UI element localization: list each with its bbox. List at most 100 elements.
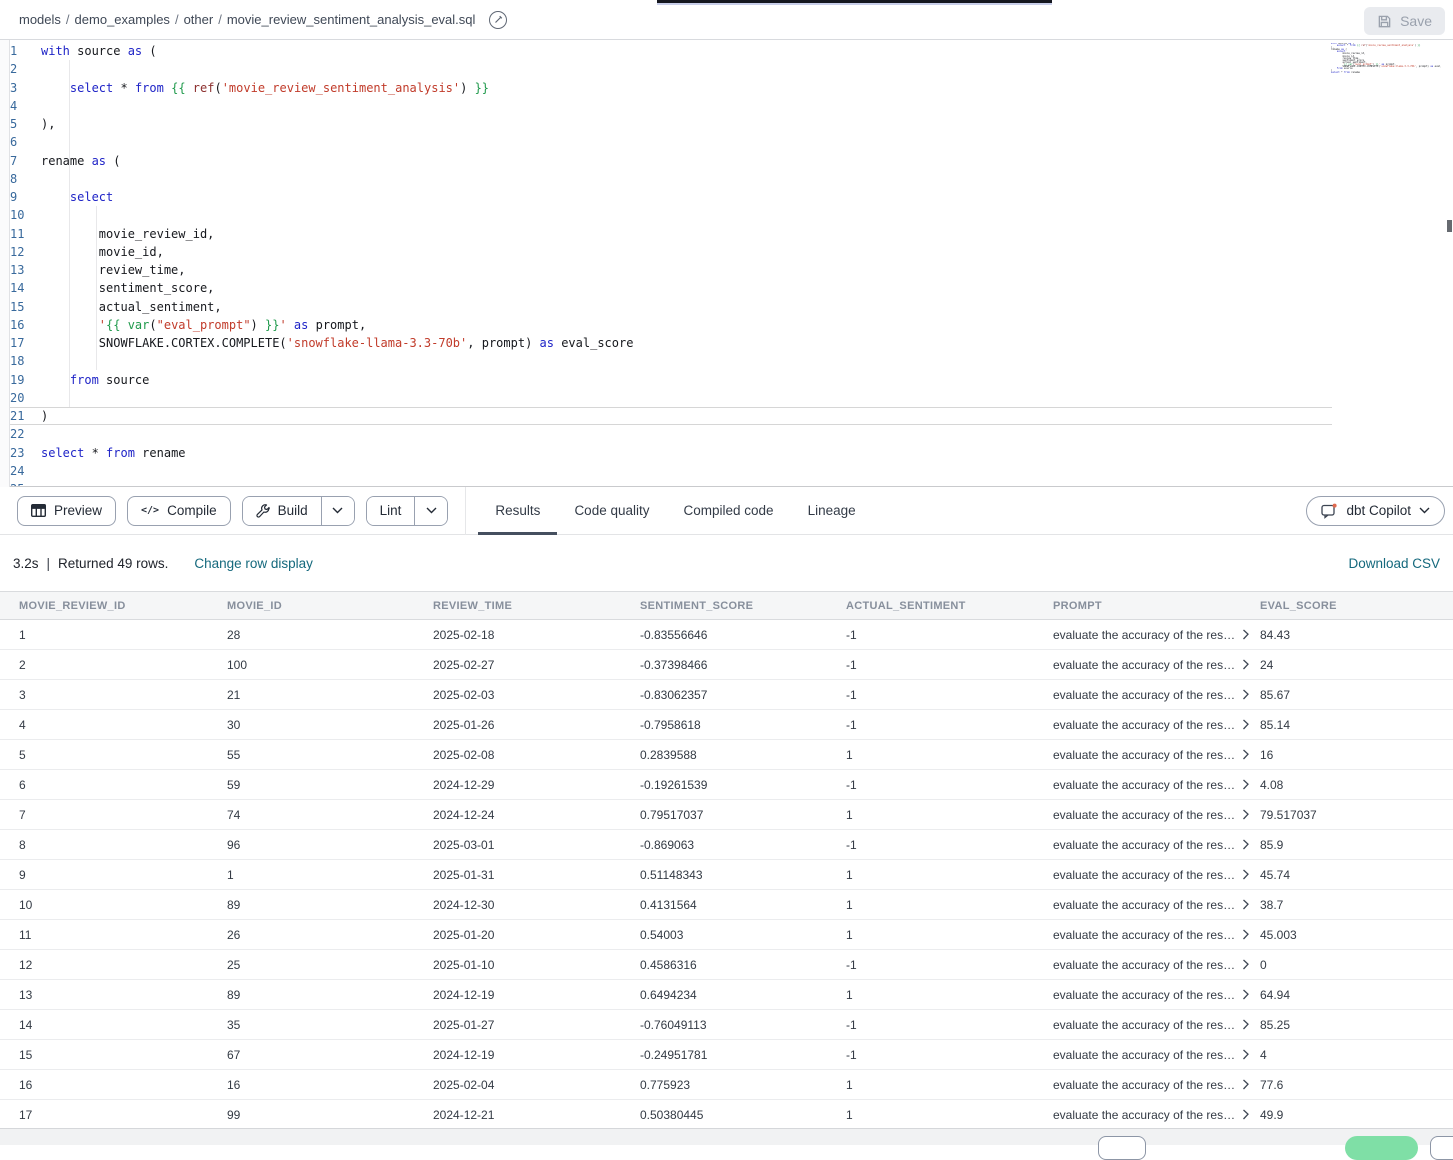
prompt-text: evaluate the accuracy of the res…	[1053, 688, 1235, 702]
code-line[interactable]: 22	[10, 425, 1453, 443]
save-button[interactable]: Save	[1364, 7, 1445, 35]
code-line[interactable]: 13 review_time,	[10, 261, 1453, 279]
code-text: movie_id,	[41, 243, 164, 261]
editor-scrollbar-thumb[interactable]	[1447, 220, 1452, 232]
code-line[interactable]: 23select * from rename	[10, 444, 1453, 462]
code-line[interactable]: 16 '{{ var("eval_prompt") }}' as prompt,	[10, 316, 1453, 334]
table-cell-eval-score: 85.14	[1260, 718, 1453, 732]
expand-chevron-icon[interactable]	[1242, 959, 1250, 970]
prompt-cell[interactable]: evaluate the accuracy of the res…	[1053, 928, 1260, 942]
download-csv-link[interactable]: Download CSV	[1348, 556, 1440, 571]
file-status-icon[interactable]	[489, 11, 507, 29]
expand-chevron-icon[interactable]	[1242, 749, 1250, 760]
breadcrumb-part[interactable]: demo_examples	[75, 12, 170, 27]
code-line[interactable]: 4	[10, 97, 1453, 115]
top-bar: models / demo_examples / other / movie_r…	[0, 0, 1453, 40]
code-editor[interactable]: 1with source as (23 select * from {{ ref…	[0, 40, 1453, 487]
prompt-cell[interactable]: evaluate the accuracy of the res…	[1053, 1018, 1260, 1032]
table-cell: 2024-12-24	[433, 808, 640, 822]
code-line[interactable]: 7rename as (	[10, 152, 1453, 170]
build-button[interactable]: Build	[243, 497, 321, 525]
table-row: 15672024-12-19-0.24951781-1evaluate the …	[0, 1040, 1453, 1070]
code-line[interactable]: 20	[10, 389, 1453, 407]
expand-chevron-icon[interactable]	[1242, 1019, 1250, 1030]
code-line[interactable]: 8	[10, 170, 1453, 188]
code-line[interactable]: 1with source as (	[10, 42, 1453, 60]
prompt-cell[interactable]: evaluate the accuracy of the res…	[1053, 658, 1260, 672]
breadcrumb-part[interactable]: other	[184, 12, 214, 27]
breadcrumb-part[interactable]: models	[19, 12, 61, 27]
bottom-green-partial-button[interactable]	[1345, 1136, 1418, 1160]
code-line[interactable]: 15 actual_sentiment,	[10, 298, 1453, 316]
prompt-cell[interactable]: evaluate the accuracy of the res…	[1053, 778, 1260, 792]
code-line[interactable]: 9 select	[10, 188, 1453, 206]
prompt-cell[interactable]: evaluate the accuracy of the res…	[1053, 718, 1260, 732]
expand-chevron-icon[interactable]	[1242, 629, 1250, 640]
copilot-icon	[1321, 503, 1338, 519]
preview-button[interactable]: Preview	[17, 496, 116, 526]
prompt-cell[interactable]: evaluate the accuracy of the res…	[1053, 688, 1260, 702]
compile-button[interactable]: </> Compile	[127, 496, 231, 526]
tab-lineage[interactable]: Lineage	[791, 487, 873, 535]
dbt-copilot-button[interactable]: dbt Copilot	[1306, 496, 1445, 526]
prompt-cell[interactable]: evaluate the accuracy of the res…	[1053, 808, 1260, 822]
table-cell-eval-score: 79.517037	[1260, 808, 1453, 822]
prompt-cell[interactable]: evaluate the accuracy of the res…	[1053, 628, 1260, 642]
bottom-partial-button[interactable]	[1430, 1136, 1453, 1160]
code-line[interactable]: 21)	[10, 407, 1453, 425]
code-line[interactable]: 11 movie_review_id,	[10, 225, 1453, 243]
build-dropdown-button[interactable]	[321, 497, 354, 525]
expand-chevron-icon[interactable]	[1242, 719, 1250, 730]
expand-chevron-icon[interactable]	[1242, 1109, 1250, 1120]
expand-chevron-icon[interactable]	[1242, 839, 1250, 850]
code-line[interactable]: 24	[10, 462, 1453, 480]
expand-chevron-icon[interactable]	[1242, 869, 1250, 880]
code-line[interactable]: 2	[10, 60, 1453, 78]
prompt-text: evaluate the accuracy of the res…	[1053, 718, 1235, 732]
editor-gutter-strip	[0, 5, 10, 487]
prompt-cell[interactable]: evaluate the accuracy of the res…	[1053, 748, 1260, 762]
expand-chevron-icon[interactable]	[1242, 989, 1250, 1000]
expand-chevron-icon[interactable]	[1242, 689, 1250, 700]
prompt-cell[interactable]: evaluate the accuracy of the res…	[1053, 868, 1260, 882]
expand-chevron-icon[interactable]	[1242, 809, 1250, 820]
expand-chevron-icon[interactable]	[1242, 659, 1250, 670]
table-cell-eval-score: 84.43	[1260, 628, 1453, 642]
tab-compiled-code[interactable]: Compiled code	[667, 487, 791, 535]
expand-chevron-icon[interactable]	[1242, 929, 1250, 940]
change-row-display-link[interactable]: Change row display	[194, 556, 313, 571]
minimap[interactable]: with source as ( select * from {{ ref('m…	[1331, 43, 1441, 74]
table-body: 1282025-02-18-0.83556646-1evaluate the a…	[0, 620, 1453, 1130]
tab-code-quality[interactable]: Code quality	[557, 487, 666, 535]
table-cell: 6	[19, 778, 227, 792]
table-cell: 0.50380445	[640, 1108, 846, 1122]
lint-dropdown-button[interactable]	[414, 497, 447, 525]
build-label: Build	[278, 503, 308, 518]
table-cell: 1	[846, 988, 1053, 1002]
code-line[interactable]: 18	[10, 352, 1453, 370]
code-line[interactable]: 12 movie_id,	[10, 243, 1453, 261]
prompt-cell[interactable]: evaluate the accuracy of the res…	[1053, 1108, 1260, 1122]
expand-chevron-icon[interactable]	[1242, 899, 1250, 910]
prompt-cell[interactable]: evaluate the accuracy of the res…	[1053, 1048, 1260, 1062]
prompt-cell[interactable]: evaluate the accuracy of the res…	[1053, 1078, 1260, 1092]
lint-button[interactable]: Lint	[367, 497, 415, 525]
expand-chevron-icon[interactable]	[1242, 1079, 1250, 1090]
code-line[interactable]: 6	[10, 133, 1453, 151]
expand-chevron-icon[interactable]	[1242, 779, 1250, 790]
code-line[interactable]: 10	[10, 206, 1453, 224]
code-line[interactable]: 19 from source	[10, 371, 1453, 389]
table-cell: 1	[846, 808, 1053, 822]
prompt-cell[interactable]: evaluate the accuracy of the res…	[1053, 838, 1260, 852]
prompt-cell[interactable]: evaluate the accuracy of the res…	[1053, 988, 1260, 1002]
code-line[interactable]: 17 SNOWFLAKE.CORTEX.COMPLETE('snowflake-…	[10, 334, 1453, 352]
code-line[interactable]: 14 sentiment_score,	[10, 279, 1453, 297]
code-line[interactable]: 3 select * from {{ ref('movie_review_sen…	[10, 79, 1453, 97]
prompt-cell[interactable]: evaluate the accuracy of the res…	[1053, 958, 1260, 972]
code-line[interactable]: 5),	[10, 115, 1453, 133]
prompt-cell[interactable]: evaluate the accuracy of the res…	[1053, 898, 1260, 912]
table-row: 13892024-12-190.64942341evaluate the acc…	[0, 980, 1453, 1010]
expand-chevron-icon[interactable]	[1242, 1049, 1250, 1060]
bottom-partial-button[interactable]	[1098, 1136, 1146, 1160]
tab-results[interactable]: Results	[478, 487, 557, 535]
